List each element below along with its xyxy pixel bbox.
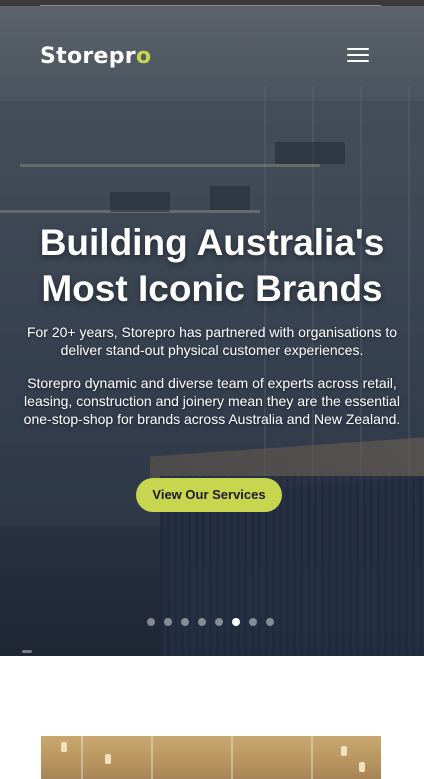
hamburger-line	[347, 48, 369, 50]
ceiling-light	[61, 742, 67, 752]
hero-edge-marker	[22, 650, 32, 653]
storepro-logo[interactable]: Storepro	[40, 44, 151, 69]
ceiling-beam	[311, 736, 313, 779]
slider-dots	[147, 618, 277, 626]
view-services-button[interactable]: View Our Services	[136, 478, 282, 512]
hero-intro-text: For 20+ years, Storepro has partnered wi…	[26, 324, 398, 358]
hero-title: Building Australia's Most Iconic Brands	[39, 222, 385, 309]
ceiling-light	[105, 754, 111, 764]
slider-dot[interactable]	[232, 618, 240, 626]
slider-dot[interactable]	[249, 618, 257, 626]
ceiling-beam	[81, 736, 83, 779]
ceiling-beam	[151, 736, 153, 779]
featured-store-image	[41, 736, 381, 779]
slider-dot[interactable]	[198, 618, 206, 626]
hero-section: Storepro Building Australia's Most Iconi…	[0, 6, 424, 656]
ceiling-beam	[231, 736, 233, 779]
slider-dot[interactable]	[266, 618, 274, 626]
slider-dot[interactable]	[181, 618, 189, 626]
slider-dot[interactable]	[164, 618, 172, 626]
hamburger-line	[347, 54, 369, 56]
ceiling-light	[341, 746, 347, 756]
logo-text: Storepr	[40, 44, 136, 69]
hamburger-line	[347, 60, 369, 62]
slider-dot[interactable]	[147, 618, 155, 626]
slider-dot[interactable]	[215, 618, 223, 626]
hero-description-text: Storepro dynamic and diverse team of exp…	[23, 375, 401, 427]
hamburger-icon[interactable]	[347, 46, 369, 64]
ceiling-light	[359, 762, 365, 772]
logo-accent: o	[135, 44, 152, 69]
